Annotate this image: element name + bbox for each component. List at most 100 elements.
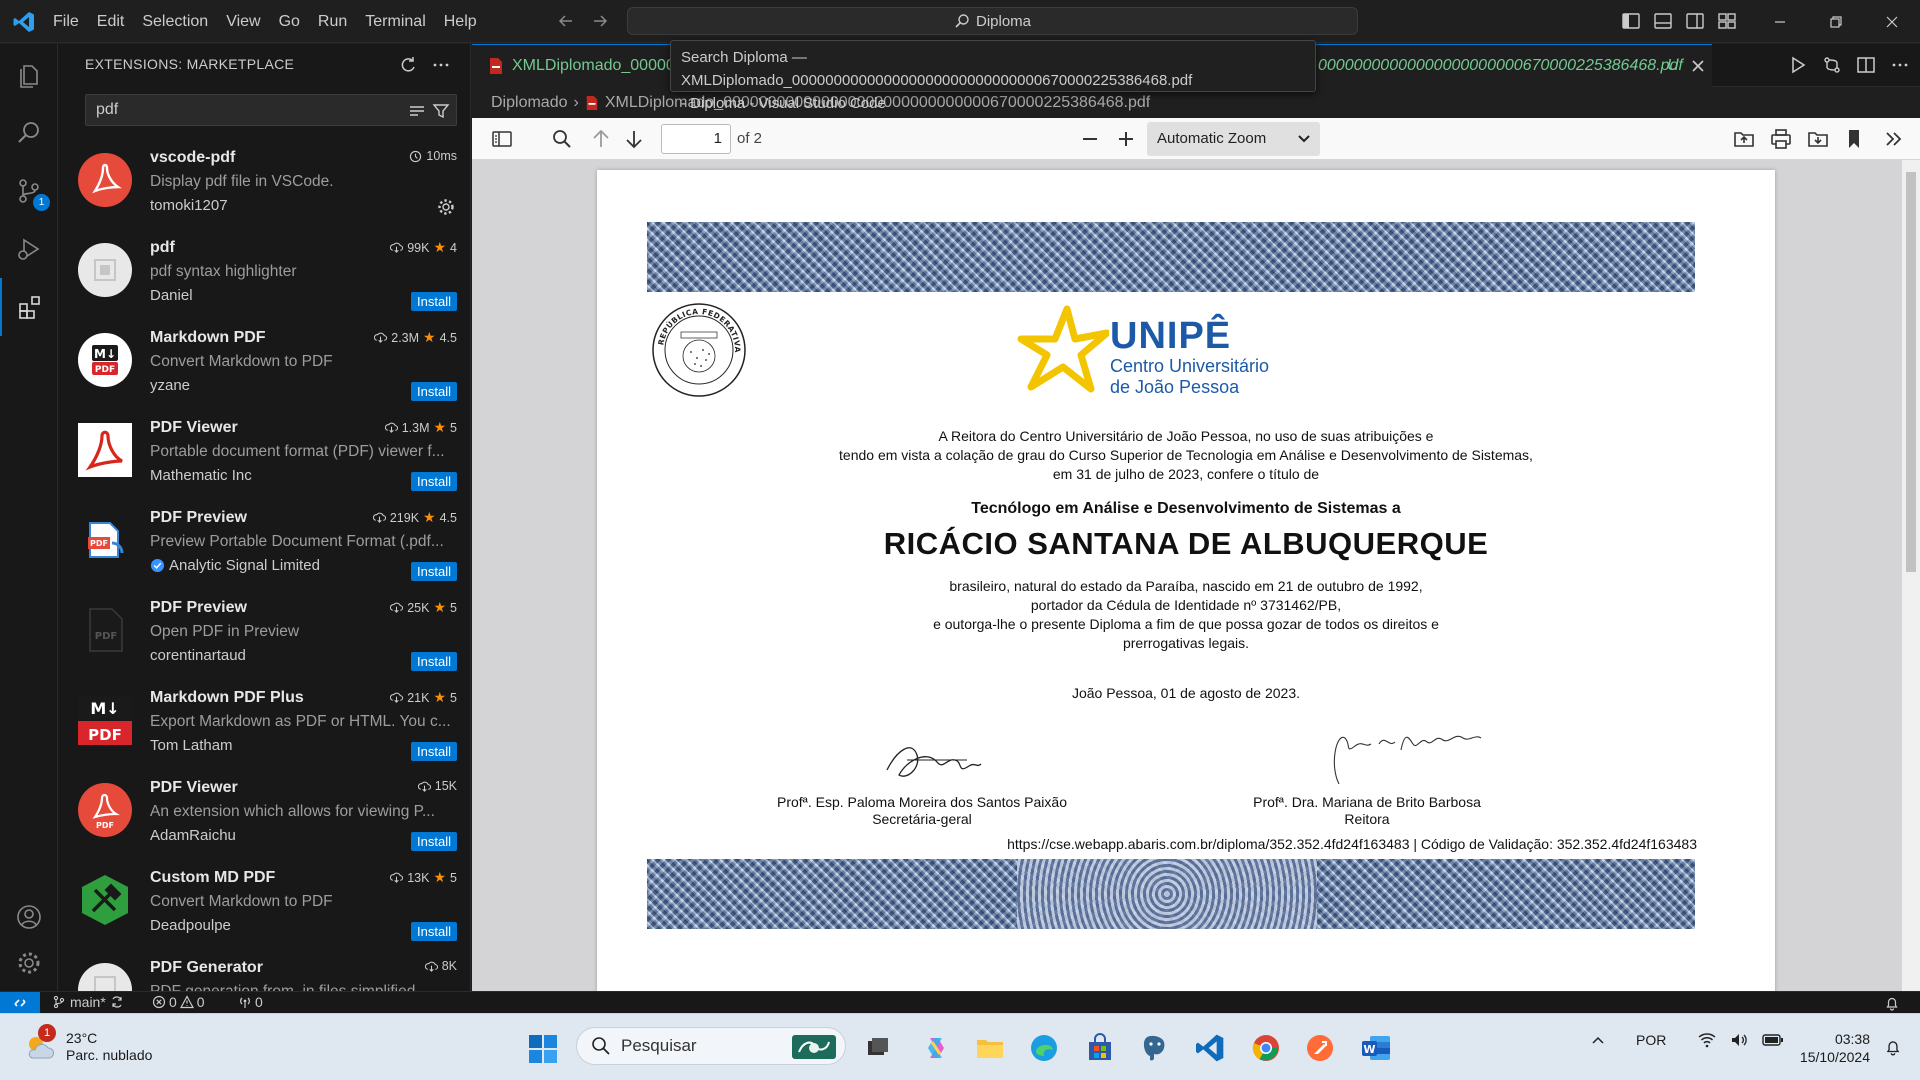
menu-selection[interactable]: Selection	[133, 0, 217, 43]
weather-widget[interactable]: 1 23°C Parc. nublado	[22, 1024, 152, 1064]
extension-item[interactable]: M↓ PDF Markdown PDF Plus Export Markdown …	[58, 682, 470, 772]
zoom-in-icon[interactable]	[1114, 127, 1138, 151]
edge-browser-icon[interactable]	[1028, 1032, 1060, 1064]
extension-item[interactable]: PDF Viewer Portable document format (PDF…	[58, 412, 470, 502]
volume-icon[interactable]	[1730, 1032, 1748, 1048]
install-button[interactable]: Install	[411, 382, 457, 401]
wifi-icon[interactable]	[1698, 1032, 1716, 1048]
explorer-icon[interactable]	[0, 46, 58, 104]
more-actions-icon[interactable]	[431, 55, 451, 75]
problems-status[interactable]: 0 0	[152, 994, 205, 1010]
gear-icon[interactable]	[437, 198, 455, 216]
toggle-sidebar-icon[interactable]	[490, 127, 514, 151]
pdf-scrollbar[interactable]	[1902, 160, 1920, 991]
close-icon[interactable]	[1690, 58, 1706, 74]
toggle-secondary-sidebar-icon[interactable]	[1684, 10, 1706, 32]
bookmark-icon[interactable]	[1842, 127, 1866, 151]
menu-go[interactable]: Go	[270, 0, 309, 43]
save-download-icon[interactable]	[1806, 127, 1830, 151]
pdf-viewport[interactable]: REPÚBLICA FEDERATIVA DO BRASIL UNIPÊ Cen…	[472, 160, 1920, 991]
page-number-input[interactable]: 1	[661, 124, 731, 154]
extension-item[interactable]: Custom MD PDF Convert Markdown to PDF De…	[58, 862, 470, 952]
clear-filter-icon[interactable]	[408, 102, 426, 120]
filter-icon[interactable]	[432, 102, 450, 120]
menu-view[interactable]: View	[217, 0, 269, 43]
back-arrow-icon[interactable]	[556, 11, 576, 31]
extension-item[interactable]: PDF PDF Preview Preview Portable Documen…	[58, 502, 470, 592]
more-actions-icon[interactable]	[1890, 55, 1910, 75]
tools-chevron-icon[interactable]	[1882, 127, 1906, 151]
postgresql-icon[interactable]	[1138, 1032, 1170, 1064]
extension-item[interactable]: PDF Generator PDF generation from .in fi…	[58, 952, 470, 991]
close-window-icon[interactable]	[1864, 0, 1920, 43]
menu-run[interactable]: Run	[309, 0, 356, 43]
postman-icon[interactable]	[1304, 1032, 1336, 1064]
extension-stats: 13K ★ 5	[390, 869, 457, 886]
run-debug-icon[interactable]	[0, 220, 58, 278]
extension-item[interactable]: PDF PDF Viewer An extension which allows…	[58, 772, 470, 862]
chrome-icon[interactable]	[1250, 1032, 1282, 1064]
extension-item[interactable]: PDF PDF Preview Open PDF in Preview core…	[58, 592, 470, 682]
install-button[interactable]: Install	[411, 472, 457, 491]
system-clock[interactable]: 03:38 15/10/2024	[1786, 1030, 1870, 1066]
taskbar-search-box[interactable]: Pesquisar	[576, 1027, 846, 1065]
vscode-taskbar-icon[interactable]	[1194, 1032, 1226, 1064]
split-editor-icon[interactable]	[1856, 55, 1876, 75]
extension-item[interactable]: vscode-pdf Display pdf file in VSCode. t…	[58, 142, 470, 232]
ports-status[interactable]: 0	[238, 994, 263, 1010]
microsoft-store-icon[interactable]	[1084, 1032, 1116, 1064]
install-button[interactable]: Install	[411, 292, 457, 311]
print-icon[interactable]	[1769, 127, 1793, 151]
chevron-up-icon[interactable]	[1590, 1032, 1606, 1048]
command-center[interactable]: Diploma	[627, 7, 1358, 35]
menu-help[interactable]: Help	[435, 0, 486, 43]
zoom-out-icon[interactable]	[1078, 127, 1102, 151]
find-icon[interactable]	[550, 127, 574, 151]
zoom-select[interactable]: Automatic Zoom	[1147, 122, 1320, 156]
manage-gear-icon[interactable]	[0, 934, 58, 992]
task-view-icon[interactable]	[862, 1032, 894, 1064]
install-button[interactable]: Install	[411, 922, 457, 941]
toggle-primary-sidebar-icon[interactable]	[1620, 10, 1642, 32]
system-tray: POR	[1590, 1032, 1784, 1048]
scrollbar-thumb[interactable]	[1906, 172, 1916, 572]
notification-center-icon[interactable]	[1884, 1038, 1902, 1056]
battery-icon[interactable]	[1762, 1033, 1784, 1047]
breadcrumb-folder[interactable]: Diplomado	[491, 94, 567, 112]
file-explorer-icon[interactable]	[974, 1032, 1006, 1064]
menu-terminal[interactable]: Terminal	[356, 0, 434, 43]
source-control-icon[interactable]: 1	[0, 162, 58, 220]
extension-item[interactable]: M↓ PDF Markdown PDF Convert Markdown to P…	[58, 322, 470, 412]
install-button[interactable]: Install	[411, 562, 457, 581]
word-icon[interactable]: W	[1360, 1032, 1392, 1064]
notifications-bell-icon[interactable]	[1884, 995, 1900, 1011]
menu-file[interactable]: File	[44, 0, 88, 43]
toggle-panel-icon[interactable]	[1652, 10, 1674, 32]
search-icon[interactable]	[0, 104, 58, 162]
windows-start-icon[interactable]	[528, 1034, 558, 1064]
next-page-icon[interactable]	[622, 127, 646, 151]
remote-indicator-icon[interactable]	[0, 992, 40, 1014]
run-icon[interactable]	[1788, 55, 1808, 75]
menu-edit[interactable]: Edit	[88, 0, 134, 43]
extension-item[interactable]: pdf pdf syntax highlighter Daniel 99K ★ …	[58, 232, 470, 322]
git-branch-status[interactable]: main*	[52, 994, 124, 1010]
copilot-icon[interactable]	[920, 1032, 952, 1064]
install-button[interactable]: Install	[411, 652, 457, 671]
sync-icon[interactable]	[110, 995, 124, 1009]
input-language[interactable]: POR	[1636, 1032, 1666, 1048]
open-changes-icon[interactable]	[1822, 55, 1842, 75]
refresh-icon[interactable]	[398, 55, 418, 75]
install-button[interactable]: Install	[411, 832, 457, 851]
author-name: Daniel	[150, 287, 193, 304]
diploma-intro: A Reitora do Centro Universitário de Joã…	[597, 427, 1775, 484]
previous-page-icon[interactable]	[589, 127, 613, 151]
extensions-icon[interactable]	[0, 278, 58, 336]
restore-icon[interactable]	[1808, 0, 1864, 43]
customize-layout-icon[interactable]	[1716, 10, 1738, 32]
forward-arrow-icon[interactable]	[590, 11, 610, 31]
extension-search-input[interactable]: pdf	[85, 94, 457, 126]
install-button[interactable]: Install	[411, 742, 457, 761]
open-file-icon[interactable]	[1732, 127, 1756, 151]
minimize-icon[interactable]	[1752, 0, 1808, 43]
